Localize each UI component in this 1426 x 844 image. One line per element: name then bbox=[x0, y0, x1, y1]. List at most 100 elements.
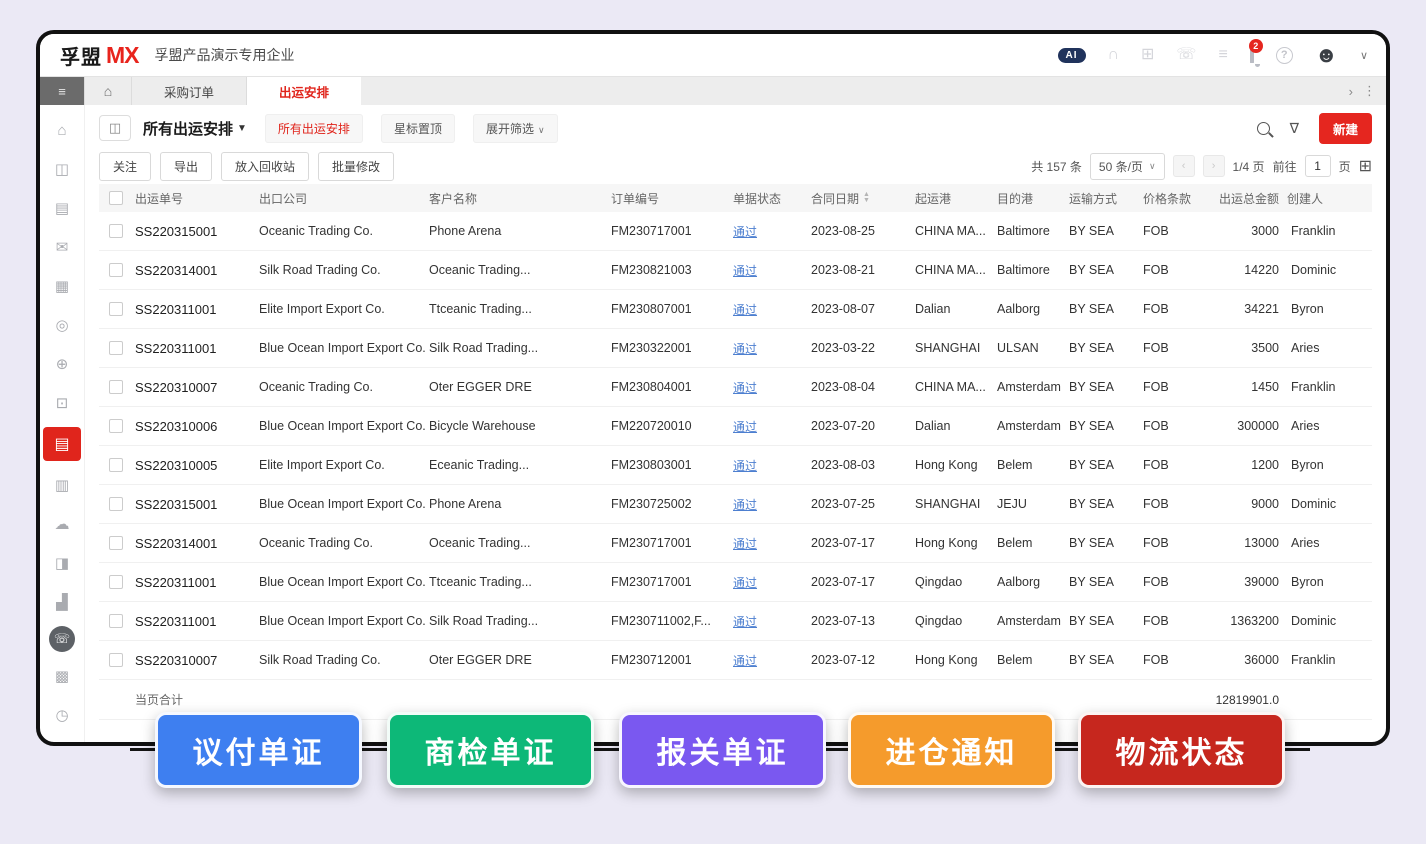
recycle-bin-button[interactable]: 放入回收站 bbox=[221, 151, 310, 181]
new-button[interactable]: 新建 bbox=[1318, 112, 1372, 144]
filter-funnel-icon[interactable]: ∇ bbox=[1290, 120, 1299, 137]
chart-icon[interactable]: ▟ bbox=[45, 587, 79, 617]
caret-down-icon[interactable]: ▼ bbox=[237, 123, 247, 134]
server-icon[interactable]: ▩ bbox=[45, 661, 79, 691]
table-row[interactable]: SS220311001 Blue Ocean Import Export Co.… bbox=[99, 602, 1372, 641]
logistics-status-button[interactable]: 物流状态 bbox=[1078, 712, 1285, 788]
phone-icon[interactable]: ☏ bbox=[1176, 47, 1196, 63]
table-row[interactable]: SS220310005 Elite Import Export Co. Ecea… bbox=[99, 446, 1372, 485]
kebab-menu-icon[interactable]: ⋮ bbox=[1363, 83, 1376, 99]
apps-grid-icon[interactable]: ⊞ bbox=[1141, 47, 1154, 63]
filter-pill-starred[interactable]: 星标置顶 bbox=[380, 113, 455, 143]
compass-icon[interactable]: ⊕ bbox=[45, 349, 79, 379]
company-icon[interactable]: ▦ bbox=[45, 271, 79, 301]
contacts-icon[interactable]: ◫ bbox=[45, 154, 79, 184]
table-row[interactable]: SS220310007 Silk Road Trading Co. Oter E… bbox=[99, 641, 1372, 680]
sort-icon[interactable]: ▲ ▼ bbox=[863, 191, 870, 204]
avatar[interactable]: ☻ bbox=[1315, 44, 1338, 66]
status-link[interactable]: 通过 bbox=[733, 535, 757, 552]
row-checkbox[interactable] bbox=[109, 224, 123, 238]
disc-icon[interactable]: ◎ bbox=[45, 310, 79, 340]
table-row[interactable]: SS220314001 Oceanic Trading Co. Oceanic … bbox=[99, 524, 1372, 563]
next-page-button[interactable]: › bbox=[1202, 155, 1225, 177]
batch-edit-button[interactable]: 批量修改 bbox=[318, 151, 395, 181]
status-link[interactable]: 通过 bbox=[733, 418, 757, 435]
status-link[interactable]: 通过 bbox=[733, 340, 757, 357]
negotiation-docs-button[interactable]: 议付单证 bbox=[155, 712, 362, 788]
status-link[interactable]: 通过 bbox=[733, 574, 757, 591]
row-checkbox[interactable] bbox=[109, 263, 123, 277]
help-icon[interactable]: ? bbox=[1275, 46, 1293, 64]
row-checkbox[interactable] bbox=[109, 419, 123, 433]
customs-docs-button[interactable]: 报关单证 bbox=[619, 712, 826, 788]
table-row[interactable]: SS220311001 Blue Ocean Import Export Co.… bbox=[99, 329, 1372, 368]
ai-assistant-icon[interactable]: AI bbox=[1057, 47, 1086, 63]
status-link[interactable]: 通过 bbox=[733, 652, 757, 669]
brand-logo-mx: MX bbox=[106, 41, 139, 68]
cell-order-no: FM230322001 bbox=[611, 341, 692, 355]
table-row[interactable]: SS220310007 Oceanic Trading Co. Oter EGG… bbox=[99, 368, 1372, 407]
notifications-bell-icon[interactable]: 2 bbox=[1248, 39, 1263, 64]
phone-icon[interactable]: ☏ bbox=[49, 626, 75, 652]
briefcase-icon[interactable]: ⊡ bbox=[45, 388, 79, 418]
status-link[interactable]: 通过 bbox=[733, 262, 757, 279]
goto-page-input[interactable]: 1 bbox=[1304, 155, 1331, 177]
export-button[interactable]: 导出 bbox=[160, 151, 213, 181]
prev-page-button[interactable]: ‹ bbox=[1172, 155, 1195, 177]
table-row[interactable]: SS220315001 Oceanic Trading Co. Phone Ar… bbox=[99, 212, 1372, 251]
status-link[interactable]: 通过 bbox=[733, 496, 757, 513]
sidebar-toggle[interactable]: ≡ bbox=[40, 77, 84, 105]
clock-icon[interactable]: ◷ bbox=[45, 700, 79, 730]
cell-shipping-no: SS220311001 bbox=[135, 574, 217, 590]
org-icon[interactable]: ▤ bbox=[45, 193, 79, 223]
view-selector[interactable]: 所有出运安排 bbox=[143, 118, 233, 139]
page-size-select[interactable]: 50 条/页 ∨ bbox=[1089, 152, 1165, 180]
col-header-contract_date[interactable]: 合同日期 ▲ ▼ bbox=[809, 190, 913, 207]
cloud-user-icon[interactable]: ☁ bbox=[45, 509, 79, 539]
notebook-icon[interactable]: ◨ bbox=[45, 548, 79, 578]
status-link[interactable]: 通过 bbox=[733, 301, 757, 318]
follow-button[interactable]: 关注 bbox=[99, 151, 152, 181]
column-settings-icon[interactable]: ⊞ bbox=[1359, 156, 1372, 176]
tab-home[interactable]: ⌂ bbox=[84, 77, 132, 105]
row-checkbox[interactable] bbox=[109, 575, 123, 589]
cell-creator: Byron bbox=[1291, 302, 1324, 316]
row-checkbox[interactable] bbox=[109, 497, 123, 511]
headset-icon[interactable]: ∩ bbox=[1108, 47, 1120, 63]
status-link[interactable]: 通过 bbox=[733, 223, 757, 240]
tab-shipping-arrangement[interactable]: 出运安排 bbox=[247, 77, 362, 105]
filter-pill-expand[interactable]: 展开筛选 ∨ bbox=[472, 113, 558, 143]
select-all-checkbox[interactable] bbox=[109, 191, 123, 205]
chevron-down-icon[interactable]: ∨ bbox=[1360, 49, 1368, 62]
filter-pill-all[interactable]: 所有出运安排 bbox=[264, 113, 363, 143]
row-checkbox[interactable] bbox=[109, 302, 123, 316]
search-icon[interactable] bbox=[1256, 121, 1270, 135]
row-checkbox[interactable] bbox=[109, 536, 123, 550]
status-link[interactable]: 通过 bbox=[733, 613, 757, 630]
shipping-doc-icon[interactable]: ▤ bbox=[43, 427, 81, 461]
col-header-status: 单据状态 bbox=[733, 191, 782, 206]
status-link[interactable]: 通过 bbox=[733, 457, 757, 474]
table-row[interactable]: SS220311001 Blue Ocean Import Export Co.… bbox=[99, 563, 1372, 602]
tab-purchase-orders[interactable]: 采购订单 bbox=[132, 77, 248, 105]
mail-icon[interactable]: ✉ bbox=[45, 232, 79, 262]
inspection-docs-button[interactable]: 商检单证 bbox=[387, 712, 594, 788]
chevron-right-icon[interactable]: › bbox=[1349, 84, 1353, 99]
table-row[interactable]: SS220310006 Blue Ocean Import Export Co.… bbox=[99, 407, 1372, 446]
table-row[interactable]: SS220314001 Silk Road Trading Co. Oceani… bbox=[99, 251, 1372, 290]
row-checkbox[interactable] bbox=[109, 380, 123, 394]
warehouse-notice-button[interactable]: 进仓通知 bbox=[848, 712, 1055, 788]
book-icon[interactable]: ▥ bbox=[45, 470, 79, 500]
row-checkbox[interactable] bbox=[109, 341, 123, 355]
row-checkbox[interactable] bbox=[109, 614, 123, 628]
cell-price-term: FOB bbox=[1143, 341, 1169, 355]
view-switch-icon[interactable]: ◫ bbox=[99, 115, 131, 141]
status-link[interactable]: 通过 bbox=[733, 379, 757, 396]
cell-customer: Bicycle Warehouse bbox=[429, 419, 536, 433]
row-checkbox[interactable] bbox=[109, 653, 123, 667]
home-icon[interactable]: ⌂ bbox=[45, 115, 79, 145]
menu-list-icon[interactable]: ≡ bbox=[1218, 47, 1227, 63]
table-row[interactable]: SS220315001 Blue Ocean Import Export Co.… bbox=[99, 485, 1372, 524]
row-checkbox[interactable] bbox=[109, 458, 123, 472]
table-row[interactable]: SS220311001 Elite Import Export Co. Ttce… bbox=[99, 290, 1372, 329]
